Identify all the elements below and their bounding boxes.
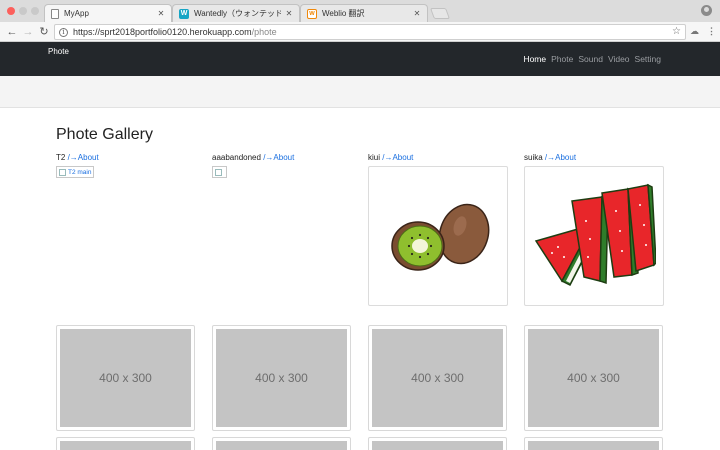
jumbotron <box>0 76 720 108</box>
about-link[interactable]: /→About <box>263 153 294 162</box>
tab-close-icon[interactable]: ✕ <box>413 9 421 18</box>
about-link[interactable]: /→About <box>545 153 576 162</box>
placeholder-image[interactable]: 400 x 300 <box>56 325 195 431</box>
close-window-button[interactable] <box>7 7 15 15</box>
wantedly-favicon-icon: W <box>179 8 189 19</box>
watermelon-illustration-icon <box>534 183 656 287</box>
tab-title: Weblio 翻訳 <box>322 9 365 18</box>
gallery-card-t2: T2 /→About T2 main <box>56 153 196 178</box>
watermelon-image[interactable] <box>524 166 664 306</box>
placeholder-label: 400 x 300 <box>528 329 659 427</box>
placeholder-image[interactable] <box>56 437 195 450</box>
tab-close-icon[interactable]: ✕ <box>285 9 293 18</box>
broken-image[interactable]: T2 main <box>56 166 95 178</box>
minimize-window-button[interactable] <box>19 7 27 15</box>
nav-link-sound[interactable]: Sound <box>578 54 603 64</box>
placeholder-image[interactable] <box>212 437 351 450</box>
card-caption: aaabandoned /→About <box>212 153 352 162</box>
forward-arrow-icon[interactable]: → <box>21 25 35 39</box>
gallery-card-kiui: kiui /→About <box>368 153 508 306</box>
broken-image[interactable] <box>212 166 227 178</box>
site-navbar: Phote Home Phote Sound Video Setting <box>0 42 720 76</box>
gallery-card-suika: suika /→About <box>524 153 664 306</box>
navbar-brand[interactable]: Phote <box>48 47 69 56</box>
reload-icon[interactable]: ↻ <box>37 25 51 39</box>
info-icon[interactable]: i <box>59 27 68 37</box>
broken-image-icon <box>59 168 66 176</box>
gallery-card-aaabandoned: aaabandoned /→About <box>212 153 352 178</box>
browser-tab-myapp[interactable]: MyApp ✕ <box>44 4 172 22</box>
placeholder-label: 400 x 300 <box>372 329 503 427</box>
browser-toolbar: ← → ↻ i https://sprt2018portfolio0120.he… <box>0 22 720 42</box>
address-bar[interactable]: i https://sprt2018portfolio0120.herokuap… <box>54 24 686 40</box>
browser-tab-weblio[interactable]: w Weblio 翻訳 ✕ <box>300 4 428 22</box>
broken-image-icon <box>215 168 222 176</box>
tab-close-icon[interactable]: ✕ <box>157 9 165 18</box>
placeholder-image[interactable]: 400 x 300 <box>524 325 663 431</box>
extension-icon[interactable]: ☁ <box>690 26 699 37</box>
placeholder-label: 400 x 300 <box>216 329 347 427</box>
placeholder-image[interactable]: 400 x 300 <box>368 325 507 431</box>
weblio-favicon-icon: w <box>307 8 317 19</box>
tab-title: MyApp <box>64 9 89 18</box>
image-alt-text: T2 main <box>68 168 92 176</box>
page-title: Phote Gallery <box>56 126 153 143</box>
nav-link-video[interactable]: Video <box>608 54 630 64</box>
browser-tab-wantedly[interactable]: W Wantedly（ウォンテッドリー）- ... ✕ <box>172 4 300 22</box>
about-link[interactable]: /→About <box>68 153 99 162</box>
placeholder-image[interactable] <box>368 437 507 450</box>
maximize-window-button[interactable] <box>31 7 39 15</box>
url-host: https://sprt2018portfolio0120.herokuapp.… <box>73 27 252 37</box>
nav-link-home[interactable]: Home <box>523 54 546 64</box>
card-caption: T2 /→About <box>56 153 196 162</box>
placeholder-image[interactable]: 400 x 300 <box>212 325 351 431</box>
about-link[interactable]: /→About <box>382 153 413 162</box>
card-name: aaabandoned <box>212 153 261 162</box>
nav-link-setting[interactable]: Setting <box>635 54 661 64</box>
card-name: kiui <box>368 153 381 162</box>
card-name: suika <box>524 153 543 162</box>
browser-tab-strip: MyApp ✕ W Wantedly（ウォンテッドリー）- ... ✕ w We… <box>0 0 720 22</box>
card-caption: suika /→About <box>524 153 664 162</box>
kiwi-illustration-icon <box>391 203 490 271</box>
placeholder-label: 400 x 300 <box>60 329 191 427</box>
profile-icon[interactable] <box>701 5 712 16</box>
navbar-links: Home Phote Sound Video Setting <box>523 54 661 64</box>
card-caption: kiui /→About <box>368 153 508 162</box>
page-icon <box>51 8 59 19</box>
url-path: /phote <box>251 27 277 37</box>
tab-title: Wantedly（ウォンテッドリー）- ... <box>194 9 281 18</box>
kiwi-image[interactable] <box>368 166 508 306</box>
placeholder-image[interactable] <box>524 437 663 450</box>
menu-kebab-icon[interactable]: ⋮ <box>707 26 716 37</box>
bookmark-star-icon[interactable]: ☆ <box>672 26 681 37</box>
nav-link-phote[interactable]: Phote <box>551 54 573 64</box>
card-name: T2 <box>56 153 66 162</box>
new-tab-button[interactable] <box>429 8 451 19</box>
back-arrow-icon[interactable]: ← <box>5 25 19 39</box>
